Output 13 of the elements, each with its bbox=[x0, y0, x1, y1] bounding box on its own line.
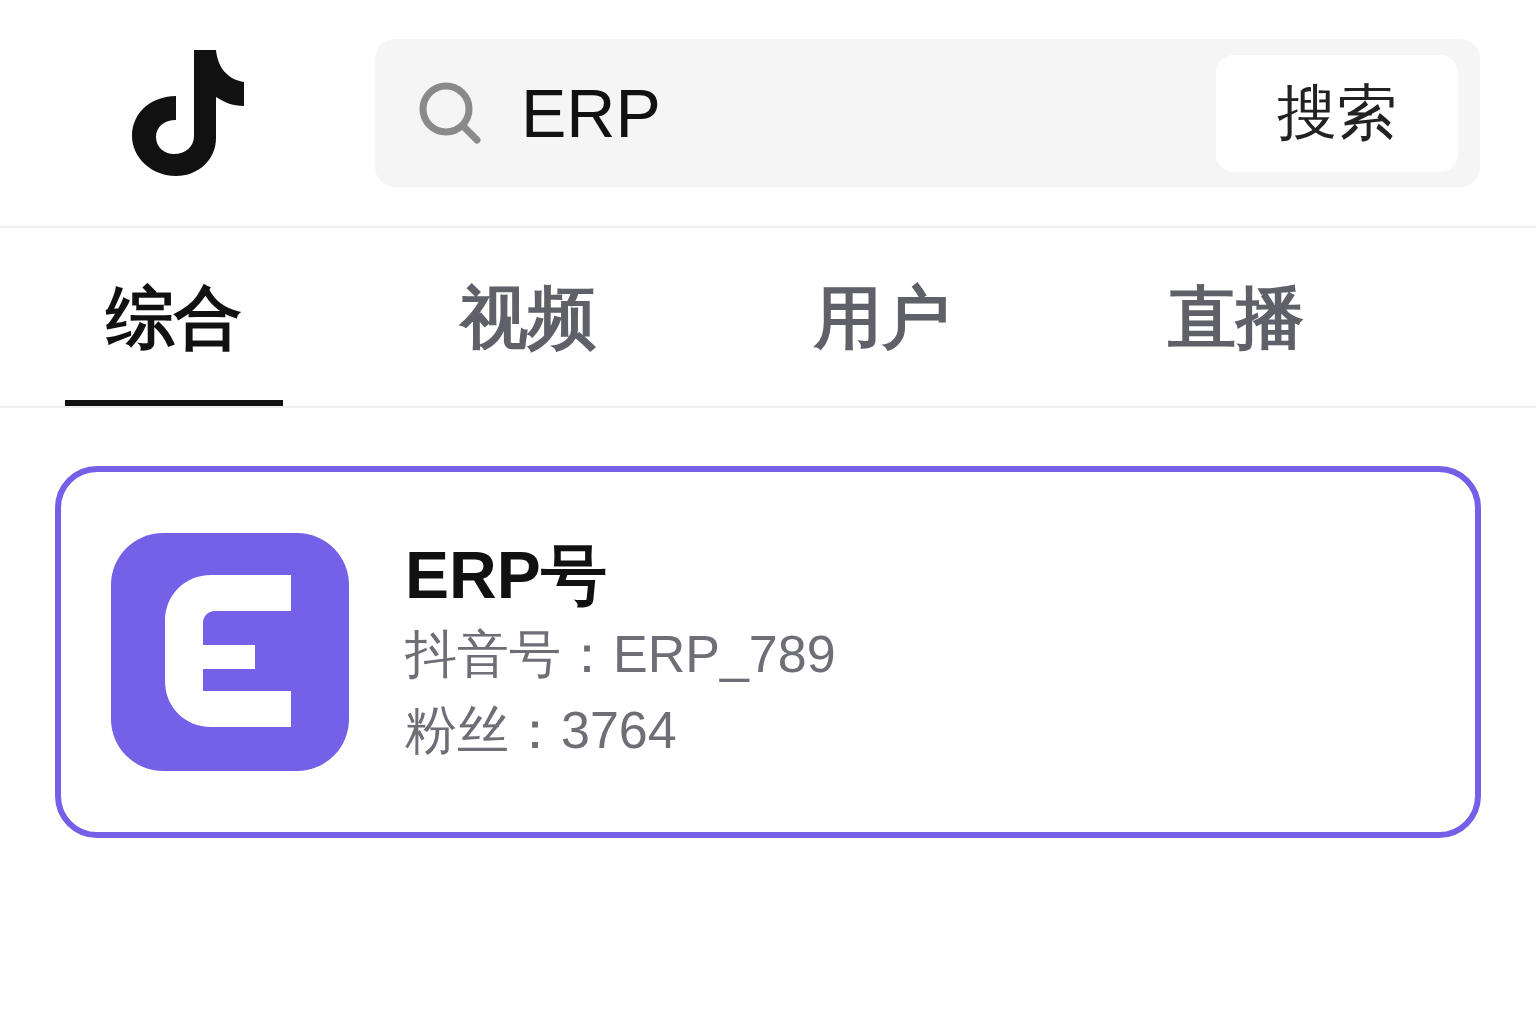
follower-count: 粉丝：3764 bbox=[405, 699, 678, 761]
user-result-card[interactable]: ERP号 抖音号：ERP_789 粉丝：3764 bbox=[55, 466, 1481, 838]
tab[interactable]: 综合 bbox=[65, 228, 283, 406]
account-name: ERP号 bbox=[405, 537, 608, 614]
search-button[interactable]: 搜索 bbox=[1216, 54, 1458, 172]
search-field[interactable]: ERP 搜索 bbox=[375, 39, 1480, 187]
search-icon bbox=[419, 82, 481, 144]
app-logo-icon bbox=[111, 533, 349, 771]
tab[interactable]: 直播 bbox=[1127, 228, 1345, 406]
account-id: 抖音号：ERP_789 bbox=[405, 624, 836, 686]
tab[interactable]: 视频 bbox=[419, 228, 637, 406]
music-note-logo-icon bbox=[131, 50, 244, 176]
tab[interactable]: 用户 bbox=[773, 228, 991, 406]
